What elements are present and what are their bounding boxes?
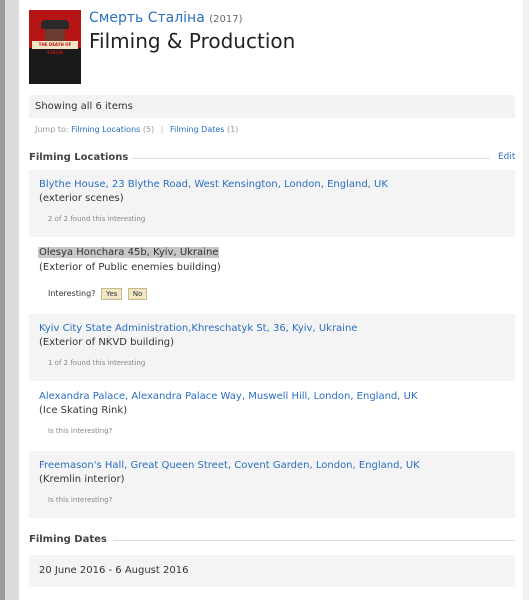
location-place-link[interactable]: Blythe House, 23 Blythe Road, West Kensi… — [39, 179, 515, 190]
jump-count-locations: (5) — [142, 125, 155, 134]
poster-title-text: THE DEATH OF STALIN — [32, 41, 78, 55]
interest-count: 2 of 2 found this interesting — [48, 215, 146, 223]
location-note: (Exterior of NKVD building) — [39, 337, 175, 348]
location-place-text-selected[interactable]: Olesya Honchara 45b, Kyiv, Ukraine — [38, 247, 220, 258]
interest-prompt: Interesting? — [48, 289, 96, 298]
location-note: (Exterior of Public enemies building) — [39, 262, 221, 273]
page-gutter — [5, 0, 19, 600]
location-place-link[interactable]: Kyiv City State Administration,Khreschat… — [39, 323, 515, 334]
movie-title-row: Смерть Сталіна (2017) — [89, 10, 243, 26]
movie-poster[interactable]: THE DEATH OF STALIN — [29, 10, 81, 84]
jump-link-filming-dates[interactable]: Filming Dates — [170, 125, 224, 134]
poster-hat-shape — [41, 20, 69, 29]
location-item: Kyiv City State Administration,Khreschat… — [29, 314, 515, 381]
interest-count: 1 of 2 found this interesting — [48, 359, 146, 367]
interest-prompt-link[interactable]: Is this interesting? — [48, 496, 515, 504]
location-item: Freemason's Hall, Great Queen Street, Co… — [29, 451, 515, 518]
content-panel: THE DEATH OF STALIN Смерть Сталіна (2017… — [19, 0, 527, 600]
interest-prompt-link[interactable]: Is this interesting? — [48, 427, 515, 435]
jump-link-filming-locations[interactable]: Filming Locations — [71, 125, 140, 134]
location-note: (Kremlin interior) — [39, 474, 125, 485]
jump-to-nav: Jump to: Filming Locations (5) | Filming… — [35, 125, 238, 134]
interest-vote: Interesting? Yes No — [48, 288, 515, 300]
section-heading-filming-locations: Filming Locations — [29, 152, 129, 163]
section-divider — [113, 540, 515, 541]
jump-count-dates: (1) — [227, 125, 239, 134]
section-heading-filming-dates: Filming Dates — [29, 534, 107, 545]
location-note: (Ice Skating Rink) — [39, 405, 128, 416]
vote-yes-button[interactable]: Yes — [101, 288, 123, 300]
location-place-link[interactable]: Alexandra Palace, Alexandra Palace Way, … — [39, 391, 515, 402]
filming-dates-value: 20 June 2016 - 6 August 2016 — [29, 555, 515, 587]
vote-no-button[interactable]: No — [127, 288, 148, 300]
edit-locations-link[interactable]: Edit — [498, 152, 515, 162]
jump-separator: | — [160, 125, 164, 134]
movie-title-link[interactable]: Смерть Сталіна — [89, 10, 205, 26]
jump-to-label: Jump to: — [35, 125, 69, 134]
location-note: (exterior scenes) — [39, 193, 124, 204]
items-count-bar: Showing all 6 items — [29, 95, 515, 118]
page-title: Filming & Production — [89, 29, 296, 53]
location-item: Olesya Honchara 45b, Kyiv, Ukraine (Exte… — [29, 238, 515, 313]
section-divider — [132, 158, 490, 159]
movie-year: (2017) — [209, 14, 243, 25]
location-item: Alexandra Palace, Alexandra Palace Way, … — [29, 382, 515, 449]
location-place-link[interactable]: Freemason's Hall, Great Queen Street, Co… — [39, 460, 515, 471]
location-item: Blythe House, 23 Blythe Road, West Kensi… — [29, 170, 515, 237]
window-right-edge — [523, 0, 529, 600]
